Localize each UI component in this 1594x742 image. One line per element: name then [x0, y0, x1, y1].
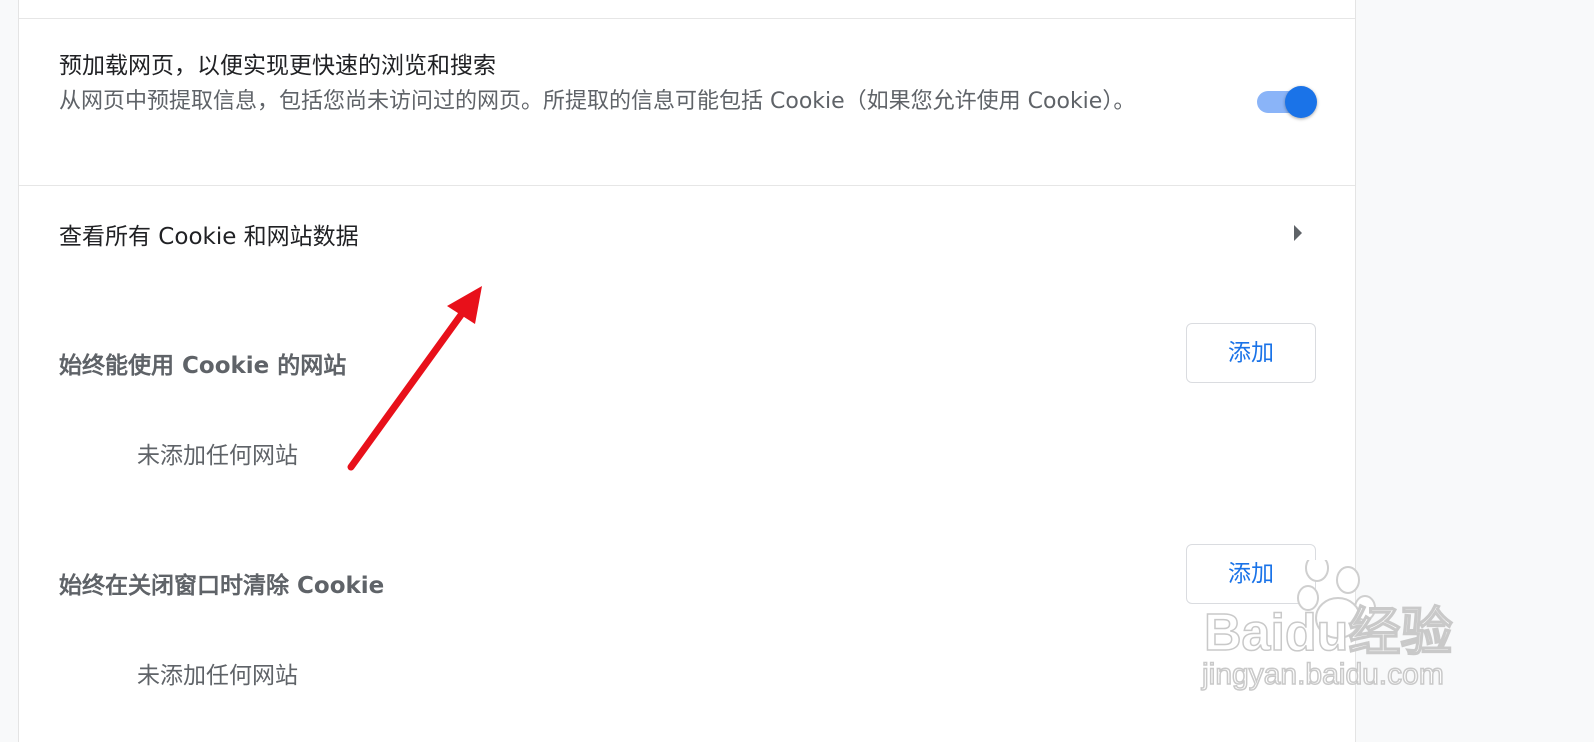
preload-description: 从网页中预提取信息，包括您尚未访问过的网页。所提取的信息可能包括 Cookie（…	[59, 89, 1136, 114]
preload-toggle[interactable]	[1257, 86, 1317, 118]
toggle-knob	[1285, 86, 1317, 118]
allow-section-title: 始终能使用 Cookie 的网站	[59, 353, 347, 379]
watermark-url: jingyan.baidu.com	[1201, 657, 1444, 692]
preload-title: 预加载网页，以便实现更快速的浏览和搜索	[59, 53, 496, 79]
view-all-cookies-label: 查看所有 Cookie 和网站数据	[59, 224, 359, 250]
arrow-right-icon	[1294, 225, 1302, 241]
allow-empty-text: 未添加任何网站	[137, 443, 298, 469]
settings-card: 预加载网页，以便实现更快速的浏览和搜索 从网页中预提取信息，包括您尚未访问过的网…	[18, 0, 1356, 742]
watermark-brand: Baidu经验	[1203, 603, 1453, 663]
top-divider	[19, 18, 1355, 19]
allow-add-button[interactable]: 添加	[1186, 323, 1316, 383]
baidu-watermark: Baidu经验 jingyan.baidu.com	[1200, 560, 1490, 700]
clear-empty-text: 未添加任何网站	[137, 663, 298, 689]
clear-section-title: 始终在关闭窗口时清除 Cookie	[59, 573, 385, 599]
